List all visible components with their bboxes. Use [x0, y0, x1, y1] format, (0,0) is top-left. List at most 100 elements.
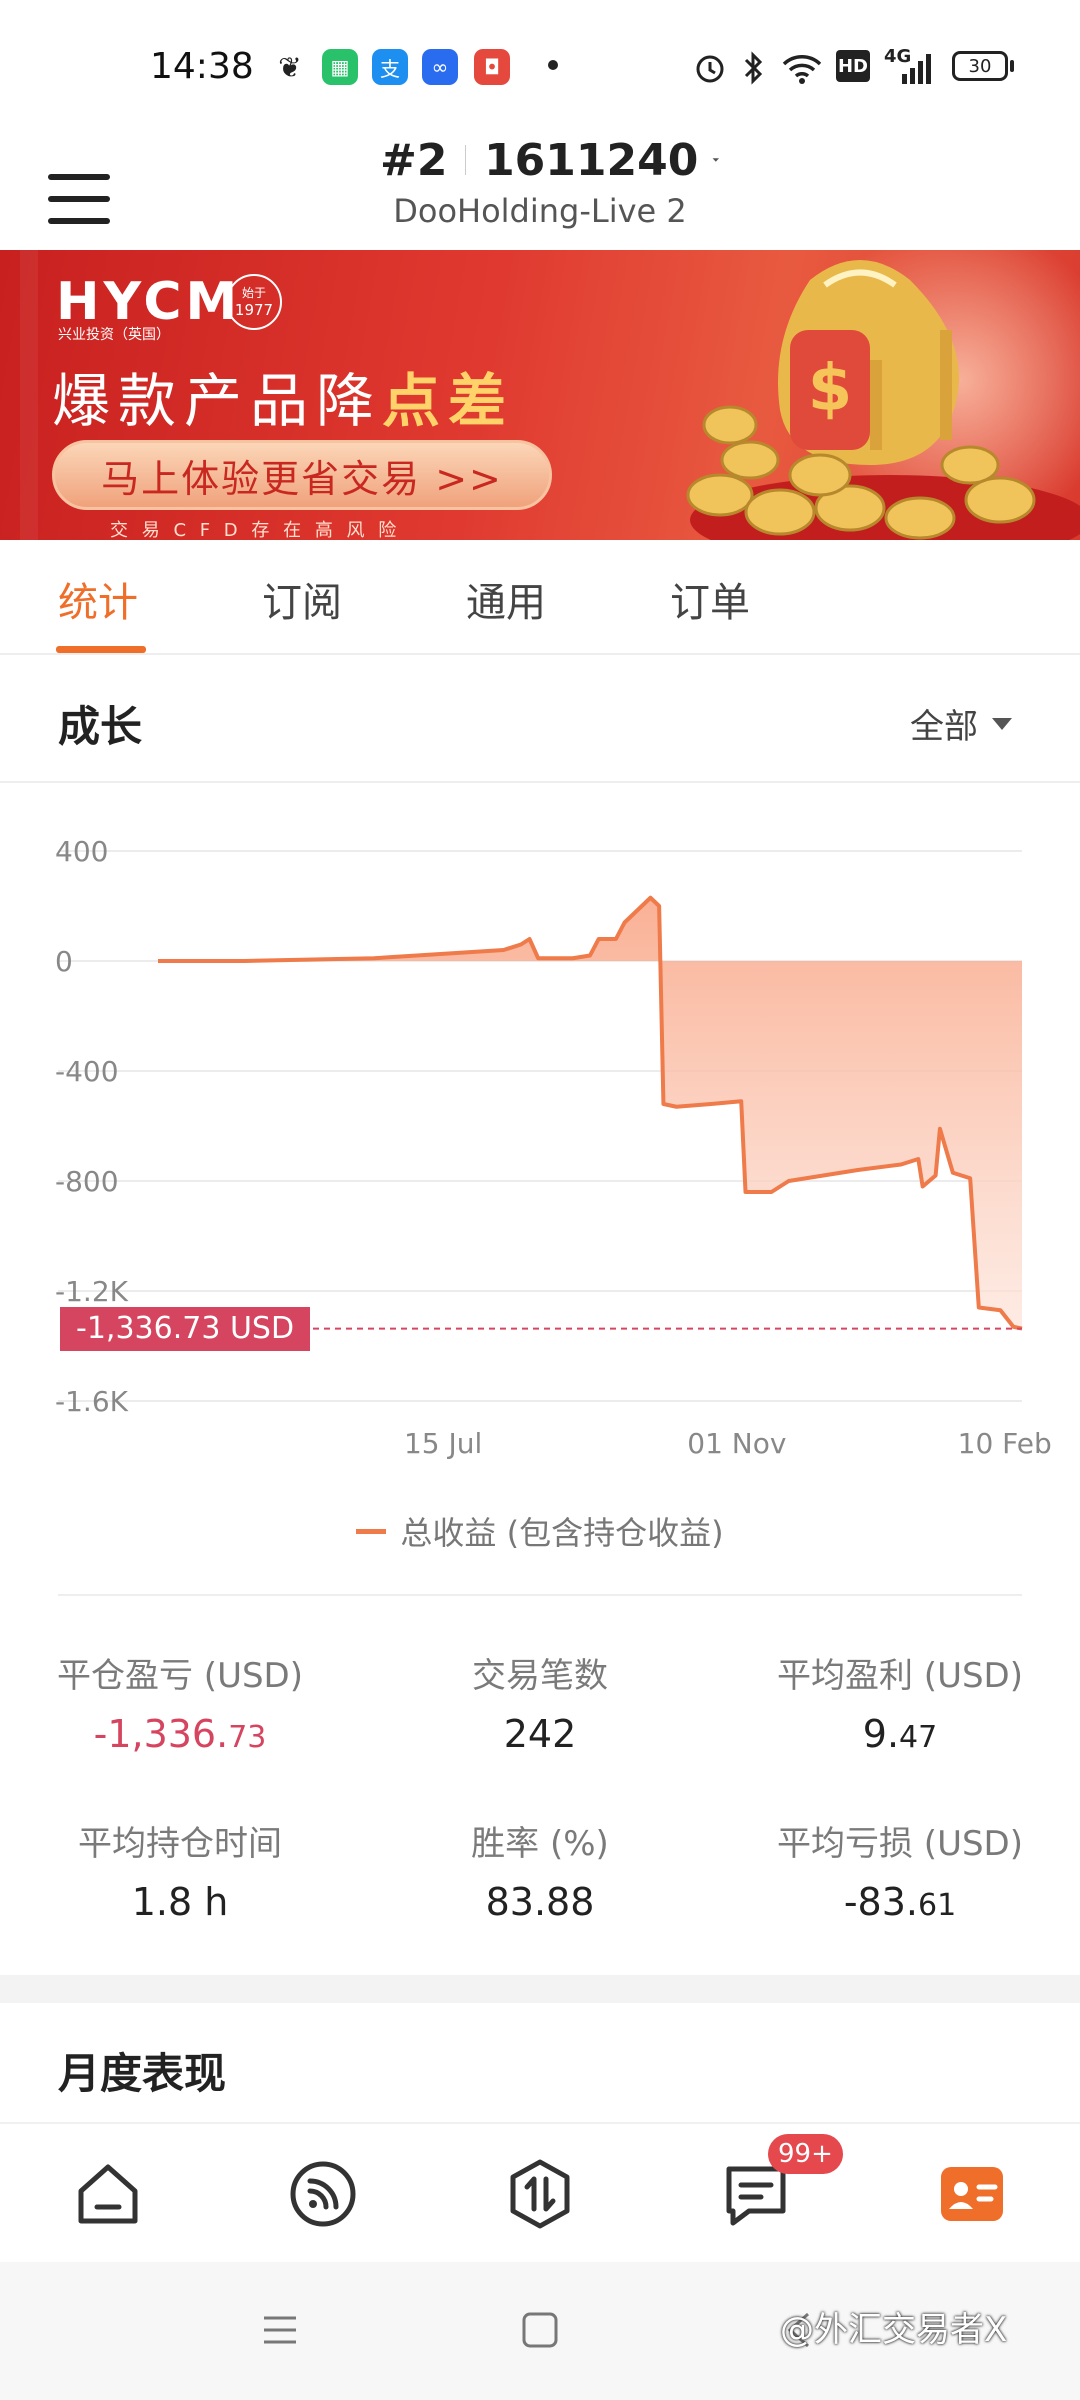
tab-label: 统计	[58, 580, 138, 626]
value-decimals: 61	[917, 1888, 957, 1923]
gold-coins-illustration: $	[686, 260, 1080, 540]
account-name: DooHolding-Live 2	[393, 192, 687, 230]
app-grid-icon: ▦	[322, 49, 358, 85]
stat-value-avg-hold-time: 1.8 h	[10, 1880, 350, 1924]
divider	[465, 145, 467, 175]
wifi-icon	[782, 55, 822, 84]
growth-chart-svg: 400 0 -400 -800 -1.2K -1.6K 15 Jul 01 Nov 10 Feb	[55, 835, 1052, 1460]
legend-label: 总收益 (包含持仓收益)	[400, 1514, 724, 1552]
account-selector[interactable]: #2 1611240	[380, 130, 720, 190]
account-prefix: #2	[380, 134, 448, 186]
stat-label-win-rate: 胜率 (%)	[471, 1824, 609, 1864]
seal-line-1: 始于	[241, 286, 266, 300]
section-separator	[0, 1975, 1080, 2003]
stat-label-avg-hold-time: 平均持仓时间	[78, 1824, 282, 1864]
status-time: 14:38	[150, 46, 254, 87]
tab-orders[interactable]: 订单	[670, 570, 750, 628]
section-title: 成长	[58, 702, 143, 751]
stat-value-win-rate: 83.88	[370, 1880, 710, 1924]
growth-section-header: 成长 全部	[0, 655, 1080, 783]
alarm-icon	[696, 55, 724, 83]
headline-main: 爆款产品降	[52, 367, 383, 435]
x-tick-label: 10 Feb	[958, 1427, 1052, 1460]
chart-legend[interactable]: 总收益 (包含持仓收益)	[0, 1508, 1080, 1554]
recent-apps-icon[interactable]	[260, 2310, 300, 2350]
stats-grid: 平仓盈亏 (USD) -1,336.73 交易笔数 242 平均盈利 (USD)…	[0, 1640, 1080, 1970]
nav-feed[interactable]	[273, 2144, 373, 2244]
y-tick-label: -1.6K	[55, 1385, 129, 1418]
monthly-performance-title: 月度表现	[58, 2049, 227, 2098]
stat-value-trade-count: 242	[370, 1712, 710, 1756]
value-main: 242	[503, 1712, 577, 1756]
alipay-icon: 支	[372, 49, 408, 85]
promo-banner[interactable]: HYCM 兴业投资（英国） 始于 1977 爆款产品降点差 马上体验更省交易 >…	[0, 250, 1080, 540]
banner-cta-button[interactable]: 马上体验更省交易 >>	[52, 440, 552, 510]
tab-label: 订阅	[262, 580, 342, 626]
headline-highlight: 点差	[382, 367, 515, 435]
value-main: -83.	[843, 1880, 918, 1924]
account-number: 1611240	[484, 134, 699, 186]
svg-text:$: $	[808, 352, 853, 426]
active-tab-indicator	[56, 646, 146, 653]
banner-headline: 爆款产品降点差	[52, 354, 514, 438]
legend-swatch	[356, 1528, 387, 1534]
caret-down-icon	[992, 717, 1012, 730]
infinity-app-icon: ∞	[422, 49, 458, 85]
system-navigation-bar: @外汇交易者X	[0, 2262, 1080, 2400]
bottom-navigation: 99+	[0, 2122, 1080, 2262]
banner-disclaimer: 交 易 C F D 存 在 高 风 险	[110, 520, 401, 540]
value-decimals: 47	[899, 1720, 938, 1755]
tab-label: 通用	[466, 580, 546, 626]
stat-label-avg-profit: 平均盈利 (USD)	[777, 1656, 1023, 1696]
feed-icon	[290, 2161, 356, 2227]
battery-tip	[1010, 60, 1014, 72]
growth-chart: 400 0 -400 -800 -1.2K -1.6K 15 Jul 01 Nov 10 Feb…	[0, 783, 1080, 1603]
battery-icon: 30	[952, 51, 1008, 81]
tab-subscribe[interactable]: 订阅	[262, 570, 342, 628]
bluetooth-icon	[744, 51, 763, 85]
battery-level: 30	[968, 55, 992, 77]
shopping-app-icon: ◘	[474, 49, 510, 85]
period-filter-value: 全部	[910, 707, 978, 747]
tab-statistics[interactable]: 统计	[58, 570, 138, 628]
value-main: -1,336.	[93, 1712, 229, 1756]
tab-general[interactable]: 通用	[466, 570, 546, 628]
watermark: @外汇交易者X	[780, 2310, 1008, 2350]
y-tick-label: 0	[55, 945, 73, 978]
banner-brand-sub: 兴业投资（英国）	[58, 327, 170, 343]
signal-icon	[902, 54, 931, 84]
value-decimals: 73	[228, 1720, 267, 1755]
stat-label-avg-loss: 平均亏损 (USD)	[777, 1824, 1023, 1864]
since-1977-seal: 始于 1977	[226, 274, 282, 330]
home-icon	[78, 2164, 138, 2224]
x-tick-label: 15 Jul	[404, 1427, 482, 1460]
profile-card-icon	[941, 2167, 1003, 2221]
home-system-icon[interactable]	[520, 2310, 560, 2350]
value-main: 1.8 h	[131, 1880, 229, 1924]
value-main: 83.88	[485, 1880, 595, 1924]
divider	[58, 1594, 1022, 1596]
hd-icon: HD	[836, 50, 870, 82]
stat-label-trade-count: 交易笔数	[472, 1656, 608, 1696]
stat-value-closed-pnl: -1,336.73	[10, 1712, 350, 1756]
nav-profile[interactable]	[922, 2144, 1022, 2244]
stat-value-avg-profit: 9.47	[730, 1712, 1070, 1756]
banner-stripe	[20, 250, 38, 540]
trade-icon	[510, 2159, 570, 2229]
leaf-app-icon: ❦	[278, 50, 302, 84]
current-value-tag: -1,336.73 USD	[60, 1306, 311, 1351]
y-tick-label: -800	[55, 1165, 119, 1198]
y-tick-label: -1.2K	[55, 1275, 129, 1308]
app-header: #2 1611240 DooHolding-Live 2	[0, 120, 1080, 248]
x-tick-label: 01 Nov	[687, 1427, 786, 1460]
y-tick-label: 400	[55, 835, 108, 868]
stat-label-closed-pnl: 平仓盈亏 (USD)	[57, 1656, 303, 1696]
period-filter-dropdown[interactable]: 全部	[910, 699, 1014, 748]
value-main: 9.	[862, 1712, 900, 1756]
hamburger-icon	[48, 174, 110, 180]
banner-brand: HYCM	[56, 272, 242, 332]
nav-home[interactable]	[58, 2144, 158, 2244]
caret-down-icon	[712, 158, 720, 162]
series-area	[158, 897, 1022, 1329]
nav-trade[interactable]	[490, 2144, 590, 2244]
